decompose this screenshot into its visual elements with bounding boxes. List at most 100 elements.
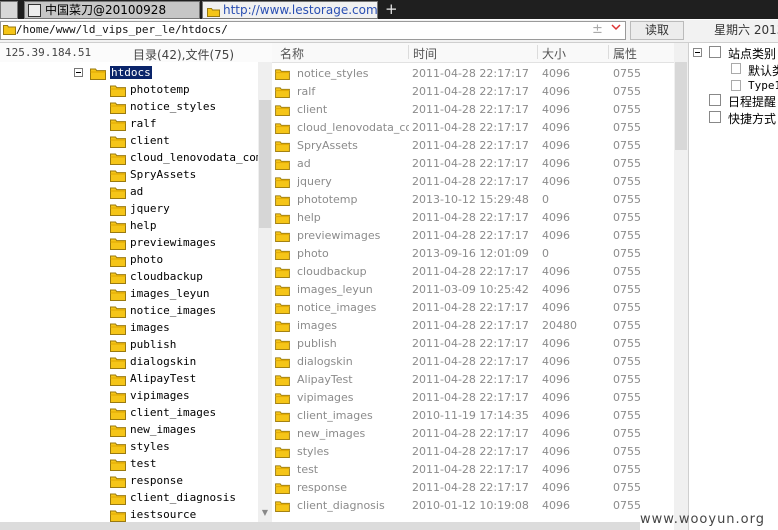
file-row[interactable]: cloudbackup 2011-04-28 22:17:17 4096 0755 [272, 263, 674, 281]
file-time: 2011-04-28 22:17:17 [412, 301, 529, 314]
file-perm: 0755 [613, 301, 641, 314]
file-row[interactable]: client_diagnosis 2010-01-12 10:19:08 4096 0… [272, 497, 674, 515]
folder-icon [110, 84, 126, 97]
file-row[interactable]: client_images 2010-11-19 17:14:35 4096 0755 [272, 407, 674, 425]
folder-icon [110, 254, 126, 267]
folder-icon [275, 266, 290, 278]
new-tab-button[interactable]: + [385, 0, 398, 18]
folder-icon [275, 302, 290, 314]
folder-icon [275, 122, 290, 134]
file-size: 4096 [542, 157, 570, 170]
file-row[interactable]: images 2011-04-28 22:17:17 20480 0755 [272, 317, 674, 335]
folder-icon [90, 67, 106, 80]
file-row[interactable]: help 2011-04-28 22:17:17 4096 0755 [272, 209, 674, 227]
file-row[interactable]: publish 2011-04-28 22:17:17 4096 0755 [272, 335, 674, 353]
tree-item-label: styles [130, 440, 170, 453]
file-name: images [297, 319, 337, 332]
folder-icon [275, 392, 290, 404]
file-row[interactable]: notice_styles 2011-04-28 22:17:17 4096 0755 [272, 65, 674, 83]
tab-site[interactable]: http://www.lestorage.com/ph... [202, 1, 378, 19]
file-name: previewimages [297, 229, 381, 242]
default-category-label[interactable]: 默认类 [748, 62, 778, 79]
file-row[interactable]: vipimages 2011-04-28 22:17:17 4096 0755 [272, 389, 674, 407]
tree-item-label: htdocs [110, 66, 152, 79]
tree-item-label: jquery [130, 202, 170, 215]
folder-icon [110, 407, 126, 420]
folder-icon [110, 135, 126, 148]
file-name: client [297, 103, 328, 116]
file-name: AlipayTest [297, 373, 353, 386]
file-row[interactable]: test 2011-04-28 22:17:17 4096 0755 [272, 461, 674, 479]
file-row[interactable]: ad 2011-04-28 22:17:17 4096 0755 [272, 155, 674, 173]
file-perm: 0755 [613, 157, 641, 170]
site-category-label[interactable]: 站点类别 [728, 45, 776, 62]
file-size: 4096 [542, 67, 570, 80]
file-row[interactable]: SpryAssets 2011-04-28 22:17:17 4096 0755 [272, 137, 674, 155]
tree-item-label: phototemp [130, 83, 190, 96]
file-time: 2011-04-28 22:17:17 [412, 211, 529, 224]
file-name: vipimages [297, 391, 354, 404]
file-row[interactable]: images_leyun 2011-03-09 10:25:42 4096 0755 [272, 281, 674, 299]
file-row[interactable]: phototemp 2013-10-12 15:29:48 0 0755 [272, 191, 674, 209]
folder-icon [275, 482, 290, 494]
tree-item-label: SpryAssets [130, 168, 197, 181]
file-name: new_images [297, 427, 366, 440]
window-icon [28, 4, 41, 17]
tree-item-label: publish [130, 338, 177, 351]
file-perm: 0755 [613, 337, 641, 350]
tab-chopper[interactable]: 中国菜刀@20100928 [24, 1, 200, 19]
tree-item-label: previewimages [130, 236, 217, 249]
scroll-down-arrow-icon[interactable]: ▼ [259, 506, 271, 520]
folder-icon [275, 140, 290, 152]
folder-icon [207, 5, 220, 18]
tree-item-label: new_images [130, 423, 197, 436]
column-name[interactable]: 名称 [280, 45, 304, 62]
column-divider[interactable] [608, 45, 609, 59]
file-row[interactable]: styles 2011-04-28 22:17:17 4096 0755 [272, 443, 674, 461]
file-row[interactable]: dialogskin 2011-04-28 22:17:17 4096 0755 [272, 353, 674, 371]
chevron-down-icon[interactable] [611, 23, 621, 34]
collapse-toggle-icon[interactable] [693, 48, 702, 57]
tab-site-label: http://www.lestorage.com/ph... [223, 3, 378, 17]
file-size: 4096 [542, 229, 570, 242]
folder-icon [110, 390, 126, 403]
file-row[interactable]: AlipayTest 2011-04-28 22:17:17 4096 0755 [272, 371, 674, 389]
tab-chopper-label: 中国菜刀@20100928 [45, 3, 167, 17]
file-perm: 0755 [613, 175, 641, 188]
folder-icon [275, 86, 290, 98]
folder-icon [275, 284, 290, 296]
file-list-scrollbar-thumb[interactable] [675, 62, 687, 150]
tree-item-label: client_images [130, 406, 217, 419]
folder-icon [110, 288, 126, 301]
file-row[interactable]: notice_images 2011-04-28 22:17:17 4096 0755 [272, 299, 674, 317]
panel-divider[interactable] [688, 43, 689, 530]
folder-icon [110, 458, 126, 471]
tab-blank[interactable] [0, 1, 18, 19]
file-row[interactable]: cloud_lenovodata_com2011-04-28 22:17:17 4… [272, 119, 674, 137]
file-perm: 0755 [613, 499, 641, 512]
file-row[interactable]: jquery 2011-04-28 22:17:17 4096 0755 [272, 173, 674, 191]
column-perm[interactable]: 属性 [613, 45, 637, 62]
file-row[interactable]: photo 2013-09-16 12:01:09 0 0755 [272, 245, 674, 263]
folder-icon [275, 464, 290, 476]
file-row[interactable]: previewimages 2011-04-28 22:17:17 4096 0755 [272, 227, 674, 245]
file-name: notice_styles [297, 67, 369, 80]
file-row[interactable]: response 2011-04-28 22:17:17 4096 0755 [272, 479, 674, 497]
schedule-label[interactable]: 日程提醒 [728, 93, 776, 110]
file-perm: 0755 [613, 373, 641, 386]
column-divider[interactable] [408, 45, 409, 59]
file-name: photo [297, 247, 329, 260]
plus-minus-icon[interactable]: ± [592, 22, 603, 37]
column-divider[interactable] [537, 45, 538, 59]
file-perm: 0755 [613, 247, 641, 260]
folder-icon [275, 176, 290, 188]
tree-scrollbar-thumb[interactable] [259, 100, 271, 228]
file-row[interactable]: ralf 2011-04-28 22:17:17 4096 0755 [272, 83, 674, 101]
shortcut-label[interactable]: 快捷方式 [728, 110, 776, 127]
column-time[interactable]: 时间 [413, 45, 437, 62]
file-row[interactable]: client 2011-04-28 22:17:17 4096 0755 [272, 101, 674, 119]
file-row[interactable]: new_images 2011-04-28 22:17:17 4096 0755 [272, 425, 674, 443]
type1-label[interactable]: Type1 [748, 79, 778, 92]
column-size[interactable]: 大小 [542, 45, 566, 62]
read-button[interactable]: 读取 [630, 21, 684, 40]
